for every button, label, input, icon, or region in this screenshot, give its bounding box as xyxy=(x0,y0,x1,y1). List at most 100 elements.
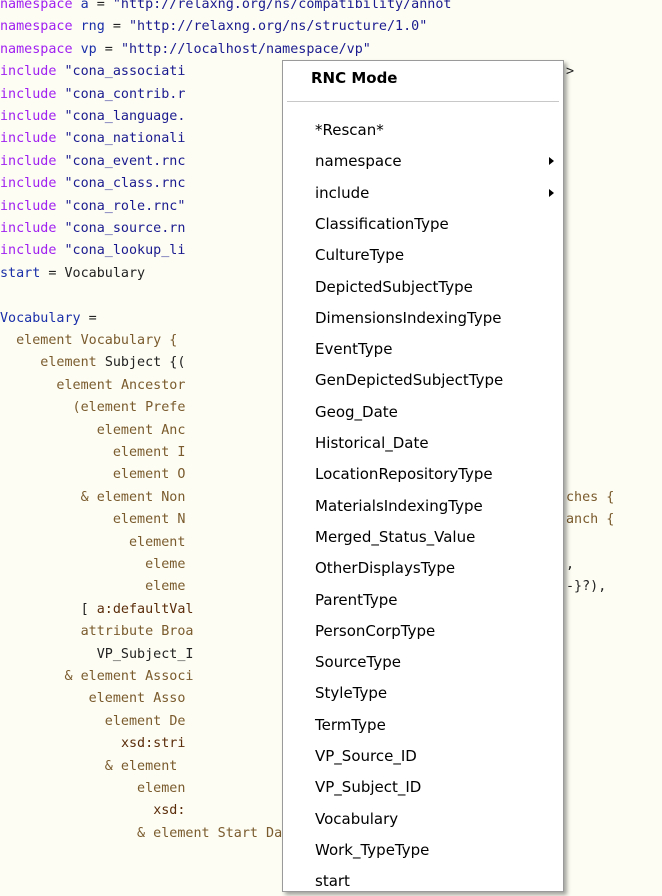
code-line: namespace a = "http://relaxng.org/ns/com… xyxy=(0,0,662,16)
menu-item[interactable]: EventType xyxy=(283,334,563,364)
menu-item[interactable]: OtherDisplaysType xyxy=(283,553,563,583)
code-line: namespace rng = "http://relaxng.org/ns/s… xyxy=(0,16,662,38)
code-token: = Vocabulary xyxy=(40,265,146,281)
code-token: & element xyxy=(0,489,162,505)
code-token: Subject {( xyxy=(104,355,186,371)
code-token: xsd: xyxy=(153,803,186,819)
code-token: Asso xyxy=(153,691,186,707)
code-token: include xyxy=(0,153,65,169)
menu-item[interactable]: *Rescan* xyxy=(283,115,563,145)
code-token: Anc xyxy=(161,422,186,438)
code-token: Vocabulary { xyxy=(80,333,178,348)
code-token: (element xyxy=(0,400,146,416)
submenu-arrow-icon xyxy=(549,188,554,197)
code-token: & element xyxy=(0,669,146,684)
code-token: include xyxy=(0,64,65,80)
menu-item[interactable]: Merged_Status_Value xyxy=(283,522,563,552)
code-token: xsd:stri xyxy=(120,736,186,752)
code-line: namespace vp = "http://localhost/namespa… xyxy=(0,39,662,61)
code-token: "http://relaxng.org/ns/compatibility/ann… xyxy=(112,0,452,12)
code-token: eleme xyxy=(0,557,186,572)
code-token: I xyxy=(177,445,186,460)
menu-item-label: PersonCorpType xyxy=(315,621,436,640)
code-token: "http://relaxng.org/ns/structure/1.0" xyxy=(129,19,428,35)
code-token: & element xyxy=(0,758,186,774)
menu-item-label: include xyxy=(315,183,370,202)
menu-item[interactable]: VP_Source_ID xyxy=(283,741,563,771)
menu-item[interactable]: TermType xyxy=(283,710,563,740)
code-token: element xyxy=(0,333,81,348)
menu-item-label: VP_Source_ID xyxy=(315,747,417,765)
code-token: N xyxy=(177,512,186,528)
code-token: vp xyxy=(80,41,97,57)
code-token: include xyxy=(0,109,65,124)
code-token: Non xyxy=(161,489,186,505)
menu-item[interactable]: GenDepictedSubjectType xyxy=(283,365,563,395)
menu-item[interactable]: LocationRepositoryType xyxy=(283,459,563,489)
menu-item[interactable]: MaterialsIndexingType xyxy=(283,491,563,521)
code-token: "cona_lookup_li xyxy=(64,243,186,259)
menu-item[interactable]: VP_Subject_ID xyxy=(283,772,563,802)
code-token: elemen xyxy=(0,781,186,796)
code-token: [ xyxy=(0,601,97,617)
code-token: "cona_associati xyxy=(64,64,186,80)
menu-item-label: TermType xyxy=(315,715,386,734)
code-token: include xyxy=(0,243,65,259)
menu-item-label: Geog_Date xyxy=(315,402,398,421)
menu-item[interactable]: Historical_Date xyxy=(283,428,563,458)
menu-item-label: ParentType xyxy=(315,590,398,609)
code-token: "cona_nationali xyxy=(64,131,186,147)
code-fragment: ches { xyxy=(566,489,615,505)
menu-item[interactable]: ParentType xyxy=(283,585,563,615)
code-token: Prefe xyxy=(145,400,186,416)
code-token: element xyxy=(0,467,178,483)
menu-item[interactable]: SourceType xyxy=(283,647,563,677)
menu-item-label: *Rescan* xyxy=(315,121,384,139)
menu-item-label: LocationRepositoryType xyxy=(315,465,493,484)
code-token: include xyxy=(0,176,65,192)
menu-item[interactable]: DimensionsIndexingType xyxy=(283,303,563,333)
code-token: namespace xyxy=(0,0,81,12)
menu-item[interactable]: namespace xyxy=(283,146,563,176)
code-token: VP_Subject_I xyxy=(0,646,194,662)
code-token: element xyxy=(0,534,186,550)
menu-item[interactable]: include xyxy=(283,178,563,208)
menu-item[interactable]: StyleType xyxy=(283,678,563,708)
menu-item-label: MaterialsIndexingType xyxy=(315,496,483,515)
menu-item[interactable]: CultureType xyxy=(283,240,563,270)
code-token: O xyxy=(177,467,186,483)
menu-item-label: SourceType xyxy=(315,653,401,672)
code-token: start xyxy=(0,265,41,281)
code-token: attribute xyxy=(0,624,162,640)
code-token: "http://localhost/namespace/vp" xyxy=(120,41,371,57)
code-fragment: > xyxy=(566,64,575,80)
code-token: a:defaultVal xyxy=(96,601,194,617)
menu-title: RNC Mode xyxy=(311,69,398,87)
menu-item[interactable]: ClassificationType xyxy=(283,209,563,239)
rnc-mode-context-menu: RNC Mode *Rescan* namespace include Classif… xyxy=(282,60,564,892)
code-token: element xyxy=(0,445,178,460)
code-token: De xyxy=(169,713,186,729)
menu-item-label: OtherDisplaysType xyxy=(315,559,456,578)
code-token: Associ xyxy=(145,669,194,684)
menu-item-label: Historical_Date xyxy=(315,434,429,452)
menu-item-label: VP_Subject_ID xyxy=(315,778,422,797)
menu-item-label: DimensionsIndexingType xyxy=(315,308,502,327)
menu-item[interactable]: Vocabulary xyxy=(283,804,563,834)
menu-item-label: StyleType xyxy=(315,684,388,703)
code-token: element xyxy=(0,713,170,729)
code-token: = xyxy=(80,310,97,326)
menu-item[interactable]: Geog_Date xyxy=(283,397,563,427)
code-token: & element xyxy=(0,825,218,841)
menu-item[interactable]: PersonCorpType xyxy=(283,616,563,646)
code-token: eleme xyxy=(0,579,186,595)
submenu-arrow-icon xyxy=(549,157,554,166)
menu-item[interactable]: Work_TypeType xyxy=(283,835,563,865)
code-token: = xyxy=(88,0,113,12)
menu-item-label: Merged_Status_Value xyxy=(315,527,476,546)
menu-item[interactable]: DepictedSubjectType xyxy=(283,272,563,302)
menu-item[interactable]: start xyxy=(283,866,563,896)
code-token: "cona_contrib.r xyxy=(64,86,186,102)
